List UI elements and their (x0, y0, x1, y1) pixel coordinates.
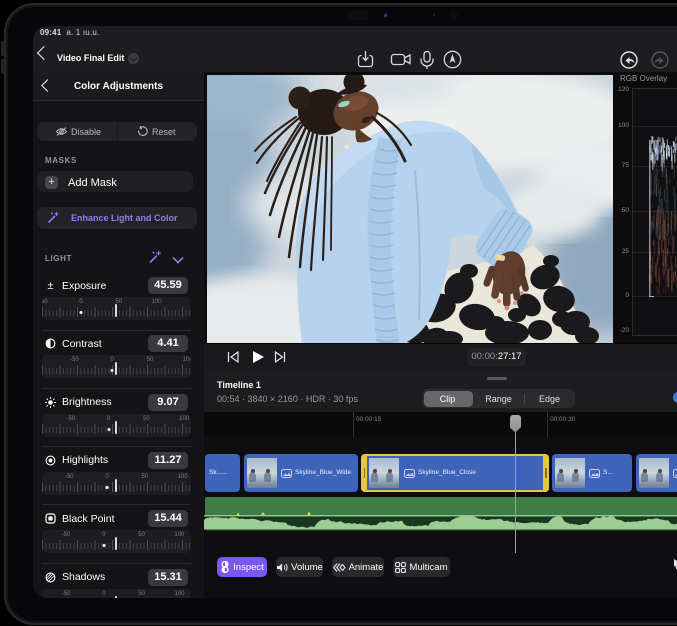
svg-text:±: ± (47, 280, 53, 291)
